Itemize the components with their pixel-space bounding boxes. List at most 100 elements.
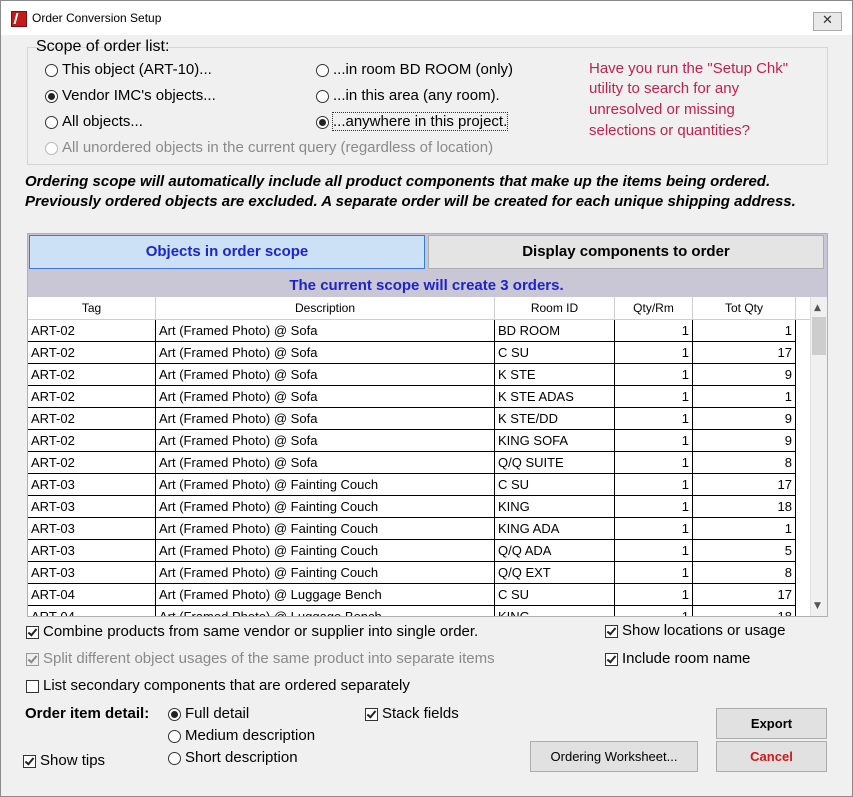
column-header-description[interactable]: Description [156,297,495,319]
order-item-detail-heading: Order item detail: [25,705,150,722]
scope-radio-project[interactable] [316,116,329,129]
cell-tot-qty: 9 [693,408,796,430]
table-row[interactable]: ART-03 Art (Framed Photo) @ Fainting Couc… [28,496,810,518]
split-usages-label: Split different object usages of the sam… [43,650,495,667]
cell-tot-qty: 9 [693,364,796,386]
cell-room-id: Q/Q ADA [495,540,615,562]
show-locations-label: Show locations or usage [622,622,786,639]
cell-tag: ART-02 [28,364,156,386]
include-room-checkbox[interactable] [605,653,618,666]
cell-tag: ART-04 [28,584,156,606]
order-items-table: Tag Description Room ID Qty/Rm Tot Qty A… [27,297,828,617]
close-button[interactable]: ✕ [813,12,842,31]
scope-heading: Scope of order list: [36,38,170,55]
stack-fields-checkbox[interactable] [365,708,378,721]
table-row[interactable]: ART-03 Art (Framed Photo) @ Fainting Couc… [28,518,810,540]
cell-tag: ART-02 [28,408,156,430]
tab-display-components[interactable]: Display components to order [428,235,824,269]
column-header-tot-qty[interactable]: Tot Qty [693,297,796,319]
export-button[interactable]: Export [716,708,827,739]
scroll-thumb[interactable] [812,317,826,355]
cell-tot-qty: 5 [693,540,796,562]
cell-description: Art (Framed Photo) @ Luggage Bench [156,584,495,606]
table-row[interactable]: ART-02 Art (Framed Photo) @ Sofa C SU 1 17 [28,342,810,364]
tab-objects-in-scope[interactable]: Objects in order scope [29,235,425,269]
table-row[interactable]: ART-02 Art (Framed Photo) @ Sofa BD ROOM 1 1 [28,320,810,342]
scroll-down-icon[interactable]: ▼ [814,601,821,611]
cell-tag: ART-03 [28,562,156,584]
cell-room-id: Q/Q EXT [495,562,615,584]
scroll-up-icon[interactable]: ▲ [814,303,821,313]
cell-tag: ART-02 [28,342,156,364]
cell-tot-qty: 8 [693,452,796,474]
cell-qty-rm: 1 [615,584,693,606]
scope-note-line: Previously ordered objects are excluded.… [25,193,796,210]
table-row[interactable]: ART-04 Art (Framed Photo) @ Luggage Bench… [28,584,810,606]
tab-label: Objects in order scope [145,243,309,260]
cancel-button[interactable]: Cancel [716,741,827,772]
detail-radio-short[interactable] [168,752,181,765]
scope-label-room: ...in room BD ROOM (only) [333,61,514,78]
secondary-components-checkbox[interactable] [26,680,39,693]
cell-tag: ART-02 [28,452,156,474]
scope-radio-this-object[interactable] [45,64,58,77]
cell-qty-rm: 1 [615,518,693,540]
cell-tag: ART-02 [28,320,156,342]
cell-room-id: BD ROOM [495,320,615,342]
cell-tot-qty: 17 [693,474,796,496]
cell-room-id: K STE/DD [495,408,615,430]
tip-line: Have you run the "Setup Chk" [589,60,789,77]
scope-note-line: Ordering scope will automatically includ… [25,173,771,190]
table-row[interactable]: ART-02 Art (Framed Photo) @ Sofa K STE 1 9 [28,364,810,386]
table-row[interactable]: ART-04 Art (Framed Photo) @ Luggage Bench… [28,606,810,616]
table-row[interactable]: ART-02 Art (Framed Photo) @ Sofa K STE/DD 1… [28,408,810,430]
cell-qty-rm: 1 [615,474,693,496]
scope-radio-unordered[interactable] [45,142,58,155]
cell-room-id: C SU [495,342,615,364]
detail-radio-full[interactable] [168,708,181,721]
cell-qty-rm: 1 [615,342,693,364]
cell-tot-qty: 1 [693,518,796,540]
cell-room-id: KING [495,496,615,518]
table-row[interactable]: ART-02 Art (Framed Photo) @ Sofa KING SOFA… [28,430,810,452]
table-row[interactable]: ART-03 Art (Framed Photo) @ Fainting Couc… [28,540,810,562]
detail-label-short: Short description [185,749,298,766]
column-header-room-id[interactable]: Room ID [495,297,615,319]
scope-radio-all-objects[interactable] [45,116,58,129]
secondary-components-label: List secondary components that are order… [43,677,410,694]
table-row[interactable]: ART-02 Art (Framed Photo) @ Sofa Q/Q SUITE… [28,452,810,474]
cell-description: Art (Framed Photo) @ Fainting Couch [156,474,495,496]
cell-description: Art (Framed Photo) @ Fainting Couch [156,496,495,518]
combine-products-checkbox[interactable] [26,626,39,639]
table-row[interactable]: ART-03 Art (Framed Photo) @ Fainting Couc… [28,474,810,496]
column-header-tag[interactable]: Tag [28,297,156,319]
scope-radio-vendor[interactable] [45,90,58,103]
ordering-worksheet-button[interactable]: Ordering Worksheet... [530,741,698,772]
cell-description: Art (Framed Photo) @ Sofa [156,452,495,474]
show-tips-checkbox[interactable] [23,755,36,768]
cell-description: Art (Framed Photo) @ Sofa [156,320,495,342]
detail-radio-medium[interactable] [168,730,181,743]
scope-label-all-objects: All objects... [62,113,143,130]
detail-label-medium: Medium description [185,727,316,744]
cell-tot-qty: 1 [693,386,796,408]
table-row[interactable]: ART-02 Art (Framed Photo) @ Sofa K STE ADA… [28,386,810,408]
cell-tot-qty: 17 [693,342,796,364]
cell-room-id: K STE ADAS [495,386,615,408]
show-tips-label: Show tips [40,752,106,769]
split-usages-checkbox[interactable] [26,653,39,666]
scope-radio-area[interactable] [316,90,329,103]
show-locations-checkbox[interactable] [605,625,618,638]
cell-tot-qty: 8 [693,562,796,584]
table-row[interactable]: ART-03 Art (Framed Photo) @ Fainting Couc… [28,562,810,584]
scope-label-unordered: All unordered objects in the current que… [62,139,494,156]
column-header-qty-rm[interactable]: Qty/Rm [615,297,693,319]
table-vertical-scrollbar[interactable]: ▲ ▼ [810,297,827,616]
scope-radio-room[interactable] [316,64,329,77]
cell-tag: ART-04 [28,606,156,616]
scope-label-area: ...in this area (any room). [333,87,500,104]
cell-description: Art (Framed Photo) @ Sofa [156,342,495,364]
cell-room-id: Q/Q SUITE [495,452,615,474]
cell-room-id: KING ADA [495,518,615,540]
tip-line: selections or quantities? [589,122,750,139]
